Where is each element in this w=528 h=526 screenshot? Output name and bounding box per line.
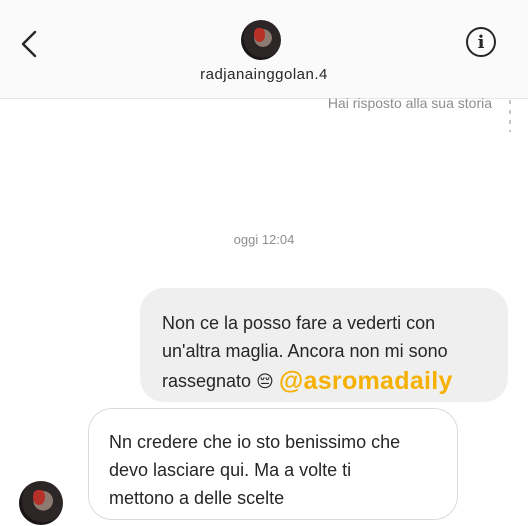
info-icon[interactable]: i: [466, 27, 496, 57]
sender-avatar[interactable]: [19, 481, 63, 525]
message-line: Non ce la posso fare a vederti con: [162, 313, 436, 333]
message-line: un'altra maglia. Ancora non mi sono: [162, 341, 448, 361]
message-line-last: rassegnato 😔 @asromadaily: [162, 365, 486, 396]
info-glyph: i: [477, 31, 485, 53]
message-timestamp: oggi 12:04: [233, 232, 295, 247]
username-label[interactable]: radjanainggolan.4: [0, 66, 528, 83]
message-line: devo lasciare qui. Ma a volte ti: [109, 460, 352, 480]
chat-header: radjanainggolan.4 i: [0, 0, 528, 99]
message-line: mettono a delle scelte: [109, 488, 285, 508]
outgoing-message-bubble[interactable]: Non ce la posso fare a vederti con un'al…: [140, 288, 508, 402]
incoming-message-bubble[interactable]: Nn credere che io sto benissimo che devo…: [88, 408, 458, 520]
chevron-left-icon: [21, 30, 37, 58]
profile-avatar[interactable]: [241, 20, 281, 60]
back-button[interactable]: [14, 26, 44, 62]
message-line: Nn credere che io sto benissimo che: [109, 432, 401, 452]
story-reply-indicator: [509, 100, 511, 132]
message-line-text: rassegnato: [162, 371, 252, 391]
pensive-face-emoji: 😔: [256, 372, 274, 391]
watermark-tag: @asromadaily: [278, 367, 453, 395]
story-reply-label: Hai risposto alla sua storia: [327, 95, 492, 111]
